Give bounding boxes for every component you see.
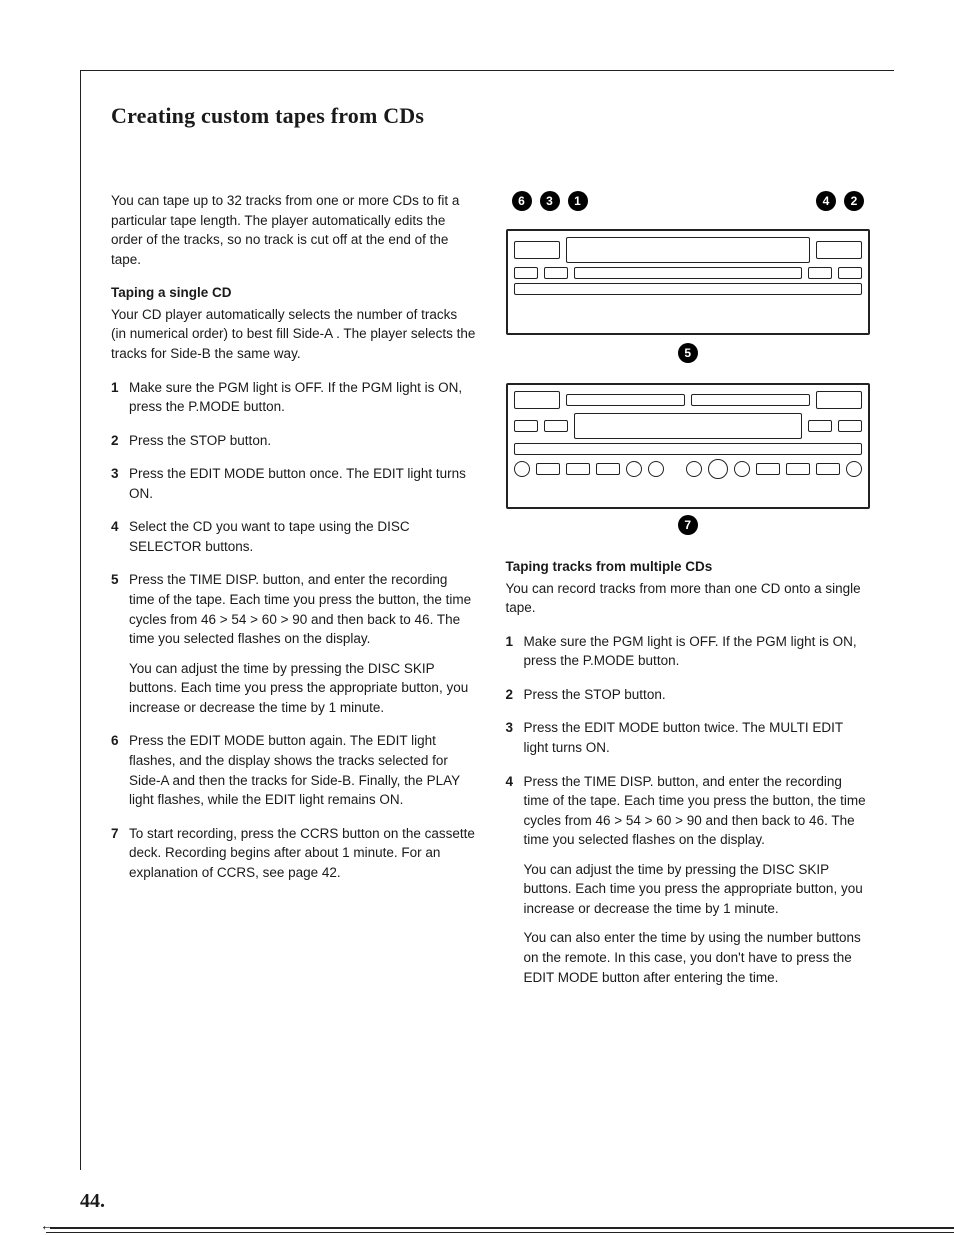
step-number: 2 bbox=[506, 685, 524, 705]
step-text: Make sure the PGM light is OFF. If the P… bbox=[524, 632, 871, 671]
callout-3: 3 bbox=[540, 191, 560, 211]
step-number: 1 bbox=[506, 632, 524, 671]
step: 2 Press the STOP button. bbox=[111, 431, 476, 451]
page-title: Creating custom tapes from CDs bbox=[111, 103, 870, 129]
footer-rule-thin bbox=[46, 1232, 954, 1233]
section-b-heading: Taping tracks from multiple CDs bbox=[506, 557, 871, 577]
section-b-steps: 1 Make sure the PGM light is OFF. If the… bbox=[506, 632, 871, 987]
step-number: 3 bbox=[111, 464, 129, 503]
arrow-left-icon: ← bbox=[40, 1219, 54, 1235]
left-column: You can tape up to 32 tracks from one or… bbox=[111, 191, 476, 1001]
step: 1 Make sure the PGM light is OFF. If the… bbox=[111, 378, 476, 417]
footer-rule bbox=[50, 1227, 954, 1229]
step-subtext: You can adjust the time by pressing the … bbox=[129, 659, 476, 718]
step-subtext-2: You can also enter the time by using the… bbox=[524, 928, 871, 987]
step-number: 2 bbox=[111, 431, 129, 451]
step-text: Press the TIME DISP. button, and enter t… bbox=[524, 774, 866, 848]
step: 5 Press the TIME DISP. button, and enter… bbox=[111, 570, 476, 717]
step-text: Press the EDIT MODE button twice. The MU… bbox=[524, 718, 871, 757]
step: 3 Press the EDIT MODE button twice. The … bbox=[506, 718, 871, 757]
intro-paragraph: You can tape up to 32 tracks from one or… bbox=[111, 191, 476, 269]
step-number: 6 bbox=[111, 731, 129, 809]
step-text: Press the STOP button. bbox=[129, 431, 476, 451]
step-number: 5 bbox=[111, 570, 129, 717]
page-number: 44. bbox=[80, 1190, 105, 1213]
callout-4: 4 bbox=[816, 191, 836, 211]
step-text: Press the STOP button. bbox=[524, 685, 871, 705]
section-b-lede: You can record tracks from more than one… bbox=[506, 579, 871, 618]
callout-2: 2 bbox=[844, 191, 864, 211]
step-text: Press the TIME DISP. button, and enter t… bbox=[129, 572, 471, 646]
callout-7: 7 bbox=[678, 515, 698, 535]
step: 6 Press the EDIT MODE button again. The … bbox=[111, 731, 476, 809]
cassette-deck-illustration bbox=[506, 383, 871, 509]
section-a-steps: 1 Make sure the PGM light is OFF. If the… bbox=[111, 378, 476, 883]
step-text: Make sure the PGM light is OFF. If the P… bbox=[129, 378, 476, 417]
callout-6: 6 bbox=[512, 191, 532, 211]
callout-5: 5 bbox=[678, 343, 698, 363]
step-number: 4 bbox=[111, 517, 129, 556]
callout-1: 1 bbox=[568, 191, 588, 211]
step-text: Press the EDIT MODE button once. The EDI… bbox=[129, 464, 476, 503]
cd-player-diagram: 6 3 1 4 2 bbox=[506, 191, 871, 535]
step-text: Press the EDIT MODE button again. The ED… bbox=[129, 731, 476, 809]
step: 2 Press the STOP button. bbox=[506, 685, 871, 705]
step-text: Select the CD you want to tape using the… bbox=[129, 517, 476, 556]
section-a-heading: Taping a single CD bbox=[111, 283, 476, 303]
step: 4 Press the TIME DISP. button, and enter… bbox=[506, 772, 871, 988]
cd-unit-illustration bbox=[506, 229, 871, 335]
step: 7 To start recording, press the CCRS but… bbox=[111, 824, 476, 883]
step: 1 Make sure the PGM light is OFF. If the… bbox=[506, 632, 871, 671]
step: 3 Press the EDIT MODE button once. The E… bbox=[111, 464, 476, 503]
section-a-lede: Your CD player automatically selects the… bbox=[111, 305, 476, 364]
step-text: To start recording, press the CCRS butto… bbox=[129, 824, 476, 883]
step-number: 4 bbox=[506, 772, 524, 988]
right-column: 6 3 1 4 2 bbox=[506, 191, 871, 1001]
step-subtext: You can adjust the time by pressing the … bbox=[524, 860, 871, 919]
step: 4 Select the CD you want to tape using t… bbox=[111, 517, 476, 556]
step-number: 7 bbox=[111, 824, 129, 883]
step-number: 3 bbox=[506, 718, 524, 757]
step-number: 1 bbox=[111, 378, 129, 417]
